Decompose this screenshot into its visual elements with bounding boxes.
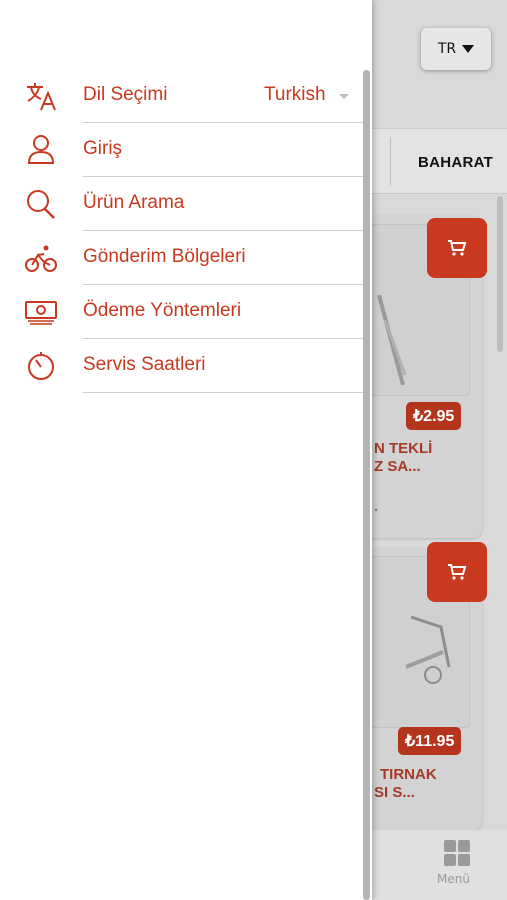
- product-name-line: SI S...: [374, 784, 415, 801]
- product-name-line: .: [374, 498, 379, 515]
- cart-icon: [448, 564, 467, 580]
- category-tab-bar: BAHARAT: [372, 128, 507, 194]
- add-to-cart-button[interactable]: [427, 218, 487, 278]
- grid-menu-icon[interactable]: [444, 840, 470, 866]
- user-icon: [27, 135, 55, 164]
- menu-tab-label[interactable]: Menü: [437, 872, 470, 886]
- cart-icon: [448, 240, 467, 256]
- drawer-item-label: Ürün Arama: [83, 192, 185, 213]
- bottom-navigation: [372, 830, 507, 900]
- search-icon: [27, 190, 55, 219]
- drawer-item-label: Gönderim Bölgeleri: [83, 246, 246, 267]
- price-badge: ₺11.95: [398, 727, 462, 755]
- drawer-item-product-search[interactable]: Ürün Arama: [0, 177, 370, 231]
- drawer-scrollbar[interactable]: [363, 70, 370, 900]
- selected-language[interactable]: Turkish: [264, 84, 326, 106]
- language-code: TR: [437, 41, 457, 57]
- drawer-item-language[interactable]: Dil Seçimi Turkish: [0, 69, 370, 123]
- caret-down-icon: [339, 94, 349, 99]
- drawer-item-label: Dil Seçimi: [83, 84, 168, 105]
- product-name-line: N TEKLİ: [374, 440, 433, 457]
- timer-icon: [28, 352, 54, 380]
- drawer-item-label: Ödeme Yöntemleri: [83, 300, 242, 321]
- product-name-line: TIRNAK: [380, 766, 437, 783]
- tab-divider: [390, 137, 391, 185]
- language-selector-button[interactable]: TR: [421, 28, 491, 70]
- caret-down-icon: [462, 45, 475, 53]
- product-name-line: Z SA...: [374, 458, 421, 475]
- drawer-item-payment-methods[interactable]: Ödeme Yöntemleri: [0, 285, 370, 339]
- translate-icon: [27, 83, 56, 111]
- divider: [83, 392, 370, 393]
- price-badge: ₺2.95: [406, 402, 462, 430]
- drawer-item-delivery-zones[interactable]: Gönderim Bölgeleri: [0, 231, 370, 285]
- cash-icon: [25, 301, 57, 325]
- add-to-cart-button[interactable]: [427, 542, 487, 602]
- drawer-item-service-hours[interactable]: Servis Saatleri: [0, 339, 370, 393]
- product-list-scrollbar[interactable]: [497, 196, 503, 352]
- drawer-item-label: Servis Saatleri: [83, 354, 206, 375]
- drawer-item-login[interactable]: Giriş: [0, 123, 370, 177]
- tab-baharat[interactable]: BAHARAT: [418, 154, 493, 171]
- bicycle-icon: [25, 245, 57, 272]
- side-drawer: Dil Seçimi Turkish Giriş Ürün Arama Gönd…: [0, 0, 372, 900]
- drawer-item-label: Giriş: [83, 138, 123, 159]
